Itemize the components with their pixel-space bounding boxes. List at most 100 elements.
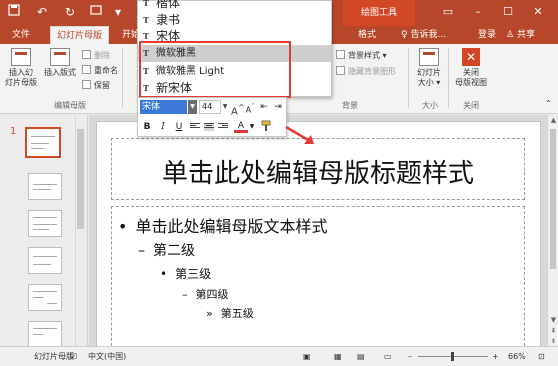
text-level-2-label: 第二级 <box>153 243 195 259</box>
previous-slide-icon[interactable]: ⇞ <box>548 326 558 336</box>
close-master-view-button[interactable]: ✕ 关闭 母版视图 <box>452 48 490 88</box>
scroll-down-icon[interactable]: ▼ <box>548 315 558 325</box>
zoom-slider-thumb[interactable] <box>451 352 454 361</box>
sign-in-link[interactable]: 登录 <box>472 26 502 44</box>
start-from-beginning-icon[interactable] <box>88 4 104 20</box>
format-painter-icon[interactable] <box>259 120 273 134</box>
share-label: 共享 <box>516 30 535 40</box>
text-level-2: – 第二级 <box>138 240 195 260</box>
font-color-button[interactable]: A <box>234 120 248 133</box>
align-right-icon[interactable] <box>218 123 228 131</box>
zoom-out-button[interactable]: – <box>408 351 412 363</box>
slide-size-label-2: 大小 <box>417 78 434 87</box>
insert-layout-label: 插入版式 <box>44 68 76 77</box>
font-option[interactable]: T 隶书 <box>138 12 331 29</box>
tab-slide-master[interactable]: 幻灯片母版 <box>50 26 110 44</box>
text-level-1-label: 单击此处编辑母版文本样式 <box>135 217 328 236</box>
next-slide-icon[interactable]: ⇟ <box>548 336 558 346</box>
tab-format[interactable]: 格式 <box>352 26 382 44</box>
hide-background-graphics-checkbox[interactable]: 隐藏背景图形 <box>336 66 396 78</box>
slide-editing-area: 单击此处编辑母版标题样式 • 单击此处编辑母版文本样式 – 第二级 • 第三级 – 第四… <box>89 115 547 361</box>
customize-qat-icon[interactable]: ▾ <box>110 4 126 20</box>
checkbox-icon <box>336 66 345 75</box>
redo-icon[interactable]: ↻ <box>62 4 78 20</box>
thumbnail-scrollbar[interactable] <box>75 115 85 346</box>
language-status[interactable]: 中文(中国) <box>88 351 126 363</box>
title-placeholder[interactable]: 单击此处编辑母版标题样式 <box>111 138 525 200</box>
slide-size-button[interactable]: 幻灯片 大小 ▾ <box>412 48 446 88</box>
ribbon-display-icon[interactable]: ▭ <box>440 4 456 20</box>
group-close-label: 关闭 <box>463 101 479 110</box>
tab-file[interactable]: 文件 <box>6 26 36 44</box>
align-center-icon[interactable] <box>204 123 214 131</box>
slide-canvas: 单击此处编辑母版标题样式 • 单击此处编辑母版文本样式 – 第二级 • 第三级 – 第四… <box>96 121 541 361</box>
text-level-4-label: 第四级 <box>195 288 229 301</box>
vertical-scrollbar[interactable]: ▲ ▼ ⇞ ⇟ <box>547 115 558 346</box>
insert-slide-master-label-1: 插入幻 <box>9 68 33 77</box>
close-master-label-2: 母版视图 <box>455 78 487 87</box>
grow-font-button[interactable]: A^ <box>231 100 245 117</box>
hide-background-graphics-label: 隐藏背景图形 <box>348 67 396 76</box>
collapse-ribbon-icon[interactable]: ⌃ <box>545 98 552 110</box>
italic-button[interactable]: I <box>156 120 170 134</box>
slideshow-view-icon[interactable]: ▭ <box>384 351 392 363</box>
scrollbar-thumb[interactable] <box>77 129 84 229</box>
layout-thumbnail[interactable] <box>28 210 62 237</box>
font-size-input[interactable]: 44 <box>199 100 221 114</box>
group-separator <box>448 48 449 108</box>
layout-thumbnail[interactable] <box>28 173 62 200</box>
bullet-marker: » <box>206 307 213 320</box>
maximize-icon[interactable]: ☐ <box>500 4 516 20</box>
scroll-up-icon[interactable]: ▲ <box>548 115 558 125</box>
font-size-dropdown-icon[interactable]: ▼ <box>221 100 229 114</box>
rename-button[interactable]: 重命名 <box>82 65 118 77</box>
text-level-3: • 第三级 <box>160 265 211 282</box>
zoom-level[interactable]: 66% <box>508 351 526 363</box>
scrollbar-thumb[interactable] <box>550 129 556 269</box>
lightbulb-icon: ♀ <box>401 30 408 40</box>
font-option-label: 隶书 <box>156 13 181 27</box>
bullet-marker: • <box>118 217 128 236</box>
annotation-arrow <box>285 125 314 144</box>
layout-thumbnail[interactable] <box>28 247 62 274</box>
delete-icon <box>82 50 91 59</box>
font-color-dropdown-icon[interactable]: ▼ <box>248 120 256 134</box>
rename-icon <box>82 65 91 74</box>
close-icon[interactable]: ✕ <box>530 4 546 20</box>
minimize-icon[interactable]: – <box>470 4 486 20</box>
font-option[interactable]: T 楷体 <box>138 0 331 12</box>
close-master-label-1: 关闭 <box>463 68 479 77</box>
underline-button[interactable]: U <box>172 120 186 134</box>
rename-label: 重命名 <box>94 66 118 75</box>
preserve-icon <box>82 80 91 89</box>
insert-layout-button[interactable]: 插入版式 <box>42 48 78 78</box>
layout-thumbnail[interactable] <box>28 321 62 348</box>
align-left-icon[interactable] <box>190 123 200 131</box>
delete-button[interactable]: 删除 <box>82 50 110 62</box>
increase-indent-icon[interactable]: ⇥ <box>272 100 284 114</box>
undo-icon[interactable]: ↶ <box>34 4 50 20</box>
save-icon[interactable] <box>6 4 22 20</box>
fit-slide-icon[interactable]: ⊡ <box>538 351 545 363</box>
reading-view-icon[interactable]: ▤ <box>357 351 365 363</box>
zoom-in-button[interactable]: + <box>492 351 499 363</box>
font-name-input[interactable]: 宋体 <box>140 100 187 114</box>
bold-button[interactable]: B <box>140 120 154 134</box>
font-dropdown-arrow-icon[interactable]: ▼ <box>188 100 197 114</box>
preserve-button[interactable]: 保留 <box>82 80 110 92</box>
background-styles-button[interactable]: 背景样式 ▾ <box>336 50 387 62</box>
shrink-font-button[interactable]: Aˇ <box>244 100 256 115</box>
tell-me-search[interactable]: ♀ 告诉我... <box>395 26 452 44</box>
slide-size-label-1: 幻灯片 <box>417 68 441 77</box>
slide-sorter-view-icon[interactable]: ▦ <box>334 351 342 363</box>
layout-thumbnail[interactable] <box>28 284 62 311</box>
insert-slide-master-button[interactable]: 插入幻 灯片母版 <box>4 48 38 88</box>
body-placeholder[interactable]: • 单击此处编辑母版文本样式 – 第二级 • 第三级 – 第四级 » 第五级 <box>111 206 525 356</box>
decrease-indent-icon[interactable]: ⇤ <box>258 100 270 114</box>
slide-master-thumbnail[interactable] <box>25 127 61 158</box>
truetype-icon: T <box>143 15 149 25</box>
share-button[interactable]: ♙ 共享 <box>500 26 541 44</box>
mini-toolbar: 宋体 ▼ 44 ▼ A^ Aˇ ⇤ ⇥ B I U A ▼ <box>137 97 287 137</box>
normal-view-icon[interactable]: ▣ <box>303 351 311 363</box>
spell-check-icon[interactable]: ☑ <box>70 351 77 363</box>
